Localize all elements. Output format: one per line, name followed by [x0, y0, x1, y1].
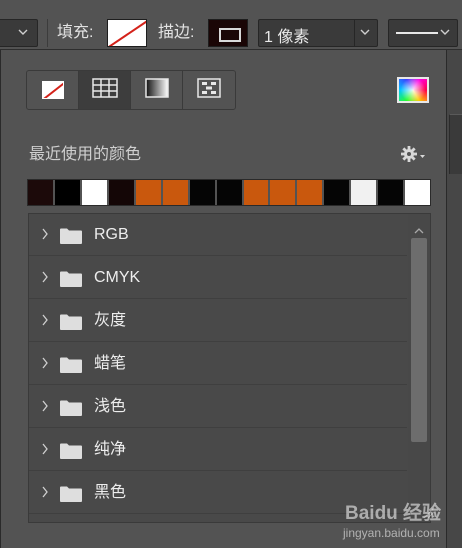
folder-icon: [60, 443, 82, 464]
options-bar: 填充: 描边: 1 像素: [0, 0, 462, 50]
stroke-style-select[interactable]: [388, 19, 458, 47]
swatch-group-rgb[interactable]: RGB: [29, 214, 407, 256]
recent-color-swatch[interactable]: [270, 180, 298, 205]
toolbar-divider: [47, 19, 48, 47]
recent-color-swatch[interactable]: [28, 180, 55, 205]
pattern-button[interactable]: [183, 71, 235, 109]
color-picker-button[interactable]: [397, 77, 429, 103]
no-color-button[interactable]: [27, 71, 79, 109]
chevron-right-icon[interactable]: [41, 399, 49, 418]
panel-tab: [449, 114, 462, 174]
fill-color-button[interactable]: [107, 19, 147, 47]
scrollbar-thumb[interactable]: [411, 238, 427, 442]
chevron-down-icon: [17, 26, 29, 38]
group-name: 浅色: [94, 398, 127, 415]
recent-color-swatch[interactable]: [54, 180, 82, 205]
stroke-color-button[interactable]: [208, 19, 248, 47]
recent-color-swatch[interactable]: [297, 180, 325, 205]
recent-colors-row: [27, 179, 431, 206]
swatch-group-pure[interactable]: 纯净: [29, 429, 407, 471]
stroke-width-value: 1 像素: [264, 29, 310, 46]
folder-icon: [60, 314, 82, 335]
folder-icon: [60, 400, 82, 421]
chevron-right-icon[interactable]: [41, 485, 49, 504]
group-name: 纯净: [94, 441, 127, 458]
swatch-groups-list: RGB CMYK 灰度 蜡笔 浅色 纯净 黑色: [28, 213, 431, 523]
recent-color-swatch[interactable]: [162, 180, 190, 205]
group-name: CMYK: [94, 269, 141, 286]
solid-color-button[interactable]: [79, 71, 131, 109]
recent-color-swatch[interactable]: [216, 180, 244, 205]
swatch-group-pastel[interactable]: 蜡笔: [29, 343, 407, 385]
chevron-right-icon[interactable]: [41, 270, 49, 289]
recent-color-swatch[interactable]: [135, 180, 163, 205]
watermark-url: jingyan.baidu.com: [343, 526, 440, 540]
gradient-icon: [144, 77, 169, 103]
group-name: 黑色: [94, 484, 127, 501]
stroke-width-select[interactable]: 1 像素: [258, 19, 378, 47]
swatch-group-cmyk[interactable]: CMYK: [29, 257, 407, 299]
swatch-group-light[interactable]: 浅色: [29, 386, 407, 428]
fill-type-buttons: [26, 70, 236, 110]
recent-color-swatch[interactable]: [243, 180, 271, 205]
select-divider: [354, 20, 355, 46]
chevron-down-icon: [359, 26, 371, 38]
chevron-right-icon[interactable]: [41, 227, 49, 246]
recent-colors-label: 最近使用的颜色: [29, 146, 142, 163]
recent-color-swatch[interactable]: [108, 180, 136, 205]
recent-color-swatch[interactable]: [189, 180, 217, 205]
gear-icon[interactable]: [400, 145, 426, 168]
folder-icon: [60, 486, 82, 507]
grid-swatches-icon: [91, 77, 118, 103]
group-name: RGB: [94, 226, 129, 243]
swatch-group-grayscale[interactable]: 灰度: [29, 300, 407, 342]
recent-color-swatch[interactable]: [378, 180, 406, 205]
folder-icon: [60, 228, 82, 249]
group-name: 蜡笔: [94, 355, 127, 372]
background-panel-edge: [447, 50, 462, 548]
chevron-right-icon[interactable]: [41, 356, 49, 375]
gradient-button[interactable]: [131, 71, 183, 109]
no-color-icon: [41, 81, 64, 99]
chevron-right-icon[interactable]: [41, 313, 49, 332]
stroke-label: 描边:: [158, 24, 195, 41]
vertical-scrollbar[interactable]: [408, 214, 430, 522]
recent-color-swatch[interactable]: [351, 180, 379, 205]
chevron-down-icon: [439, 26, 451, 38]
fill-label: 填充:: [57, 24, 94, 41]
fill-swatches-panel: 最近使用的颜色 RGB CMYK 灰度 蜡笔 浅色 纯净 黑色: [0, 50, 447, 548]
folder-icon: [60, 271, 82, 292]
baidu-watermark: Baidu 经验 jingyan.baidu.com: [343, 498, 453, 544]
group-name: 灰度: [94, 312, 127, 329]
recent-color-swatch[interactable]: [405, 180, 431, 205]
pattern-icon: [197, 77, 221, 103]
chevron-right-icon[interactable]: [41, 442, 49, 461]
shape-mode-dropdown[interactable]: [0, 19, 38, 47]
watermark-brand: Baidu 经验: [345, 503, 442, 524]
folder-icon: [60, 357, 82, 378]
stroke-line-preview: [396, 32, 438, 34]
recent-color-swatch[interactable]: [324, 180, 352, 205]
recent-color-swatch[interactable]: [81, 180, 109, 205]
